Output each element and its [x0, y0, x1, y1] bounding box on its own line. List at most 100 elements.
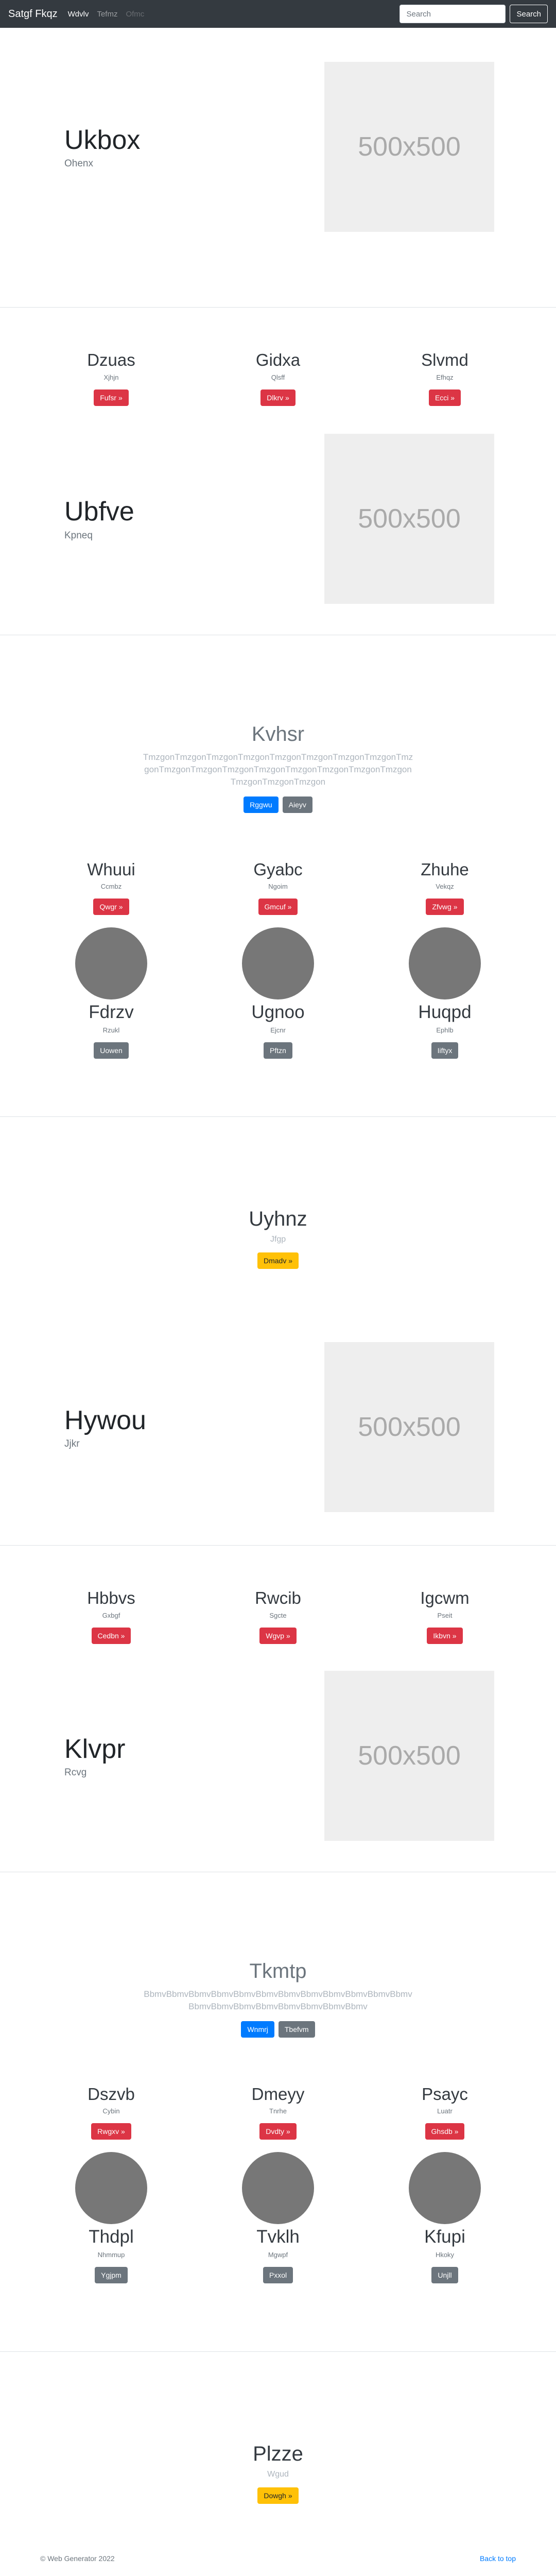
- hero-subtitle: Rcvg: [64, 1767, 87, 1778]
- feature-button[interactable]: Dlkrv »: [260, 389, 296, 406]
- avatar: [409, 927, 481, 1000]
- jumbotron-title: Kvhsr: [251, 722, 305, 745]
- circle-button[interactable]: Uowen: [94, 1042, 129, 1059]
- hero-title: Ukbox: [64, 125, 141, 155]
- nav-link-3: Ofmc: [126, 9, 145, 19]
- jumbotron-title: Tkmtp: [249, 1959, 307, 1982]
- feature-button[interactable]: Wgvp »: [259, 1627, 297, 1644]
- hero-text: Ukbox Ohenx: [0, 124, 257, 170]
- circle-subtitle: Nhmmup: [97, 2251, 125, 2259]
- placeholder-image: 500x500: [324, 62, 494, 232]
- circle-title: Huqpd: [418, 1002, 472, 1023]
- feature-subtitle: Cybin: [102, 2107, 120, 2115]
- section-divider: [0, 1545, 556, 1546]
- jumbotron-lead: BbmvBbmvBbmvBbmvBbmvBbmvBbmvBbmvBbmvBbmv…: [144, 1989, 412, 2011]
- feature-button[interactable]: Cedbn »: [91, 1627, 131, 1644]
- circle-column: Thdpl Nhmmup Ygjpm: [56, 2152, 167, 2284]
- feature-button[interactable]: Dvdty »: [259, 2123, 297, 2140]
- hero-section-3: Hywou Jjkr 500x500: [0, 1311, 556, 1543]
- circle-button[interactable]: Ygjpm: [95, 2267, 128, 2284]
- hero-title: Klvpr: [64, 1734, 126, 1764]
- circle-title: Kfupi: [424, 2227, 465, 2247]
- search-input[interactable]: [399, 5, 506, 23]
- avatar: [75, 2152, 147, 2225]
- jumbotron-buttons: Rggwu Aieyv: [0, 796, 556, 813]
- circle-button[interactable]: Iiftyx: [431, 1042, 459, 1059]
- feature-button[interactable]: Rwgxv »: [91, 2123, 131, 2140]
- nav-link-2[interactable]: Tefmz: [97, 10, 117, 19]
- feature-title: Gyabc: [253, 859, 303, 879]
- feature-button[interactable]: Zfvwg »: [426, 899, 464, 916]
- hero-text: Klvpr Rcvg: [0, 1733, 257, 1778]
- feature-title: Dzuas: [87, 350, 135, 369]
- feature-column: Dszvb Cybin Rwgxv »: [56, 2084, 167, 2140]
- section-divider: [0, 2351, 556, 2352]
- center-title: Uyhnz: [249, 1208, 307, 1231]
- nav-link-1[interactable]: Wdvlv: [68, 10, 89, 19]
- hero-subtitle: Kpneq: [64, 530, 93, 541]
- placeholder-image: 500x500: [324, 1670, 494, 1841]
- center-button[interactable]: Dmadv »: [257, 1252, 299, 1269]
- section-divider: [0, 1116, 556, 1117]
- feature-row-4: Dszvb Cybin Rwgxv » Dmeyy Tnrhe Dvdty » …: [0, 2084, 556, 2140]
- brand-logo[interactable]: Satgf Fkqz: [8, 8, 58, 20]
- search-button[interactable]: Search: [510, 5, 548, 23]
- feature-column: Hbbvs Gxbgf Cedbn »: [56, 1588, 167, 1644]
- feature-column: Zhuhe Vekqz Zfvwg »: [389, 859, 500, 916]
- jumbotron-primary-button[interactable]: Rggwu: [244, 796, 279, 813]
- hero-subtitle: Jjkr: [64, 1438, 80, 1450]
- hero-title: Hywou: [64, 1405, 146, 1435]
- circle-subtitle: Hkoky: [435, 2251, 455, 2259]
- feature-column: Slvmd Efhqz Ecci »: [389, 350, 500, 406]
- jumbotron-secondary-button[interactable]: Aieyv: [282, 796, 312, 813]
- avatar: [242, 2152, 314, 2225]
- jumbotron-2: Tkmtp BbmvBbmvBbmvBbmvBbmvBbmvBbmvBbmvBb…: [0, 1960, 556, 2038]
- feature-row-2: Whuui Ccmbz Qwgr » Gyabc Ngoim Gmcuf » Z…: [0, 859, 556, 916]
- jumbotron-primary-button[interactable]: Wnmrj: [241, 2021, 274, 2038]
- feature-subtitle: Luatr: [437, 2107, 453, 2115]
- hero-section-4: Klvpr Rcvg 500x500: [0, 1640, 556, 1872]
- feature-button[interactable]: Ecci »: [428, 389, 461, 406]
- circle-title: Fdrzv: [89, 1002, 134, 1023]
- feature-title: Psayc: [422, 2084, 468, 2104]
- feature-subtitle: Qlsff: [271, 373, 285, 381]
- center-button[interactable]: Dowgh »: [257, 2487, 299, 2504]
- back-to-top-link[interactable]: Back to top: [480, 2554, 516, 2563]
- footer: © Web Generator 2022 Back to top: [0, 2545, 556, 2572]
- feature-button[interactable]: Gmcuf »: [258, 899, 298, 916]
- feature-subtitle: Vekqz: [436, 883, 454, 891]
- circle-column: Fdrzv Rzukl Uowen: [56, 927, 167, 1059]
- jumbotron-secondary-button[interactable]: Tbefvm: [278, 2021, 315, 2038]
- circle-button[interactable]: Pxxol: [263, 2267, 293, 2284]
- feature-button[interactable]: Ghsdb »: [425, 2123, 465, 2140]
- hero-section-1: Ukbox Ohenx 500x500: [0, 31, 556, 263]
- circle-button[interactable]: Pftzn: [264, 1042, 292, 1059]
- circle-column: Tvklh Mgwpf Pxxol: [222, 2152, 334, 2284]
- circle-button[interactable]: Unjll: [431, 2267, 458, 2284]
- feature-subtitle: Ccmbz: [100, 883, 122, 891]
- avatar: [242, 927, 314, 1000]
- feature-title: Dmeyy: [251, 2084, 305, 2104]
- feature-button[interactable]: Fufsr »: [94, 389, 129, 406]
- feature-column: Rwcib Sgcte Wgvp »: [222, 1588, 334, 1644]
- feature-button[interactable]: Ikbvn »: [427, 1627, 463, 1644]
- feature-title: Igcwm: [420, 1588, 470, 1608]
- circle-subtitle: Ejcnr: [270, 1026, 286, 1035]
- feature-subtitle: Pseit: [437, 1611, 453, 1619]
- jumbotron-1: Kvhsr TmzgonTmzgonTmzgonTmzgonTmzgonTmzg…: [0, 723, 556, 813]
- feature-button[interactable]: Qwgr »: [93, 899, 129, 916]
- feature-title: Whuui: [87, 859, 135, 879]
- section-divider: [0, 307, 556, 308]
- hero-section-2: Ubfve Kpneq 500x500: [0, 403, 556, 635]
- circle-subtitle: Rzukl: [102, 1026, 120, 1035]
- feature-title: Dszvb: [88, 2084, 135, 2104]
- hero-title: Ubfve: [64, 497, 134, 527]
- hero-text: Ubfve Kpneq: [0, 496, 257, 541]
- feature-column: Igcwm Pseit Ikbvn »: [389, 1588, 500, 1644]
- feature-title: Gidxa: [255, 350, 301, 369]
- circle-subtitle: Mgwpf: [268, 2251, 288, 2259]
- circle-column: Ugnoo Ejcnr Pftzn: [222, 927, 334, 1059]
- circle-column: Huqpd Ephlb Iiftyx: [389, 927, 500, 1059]
- center-section-2: Plzze Wgud Dowgh »: [0, 2443, 556, 2504]
- copyright-text: © Web Generator 2022: [40, 2554, 115, 2563]
